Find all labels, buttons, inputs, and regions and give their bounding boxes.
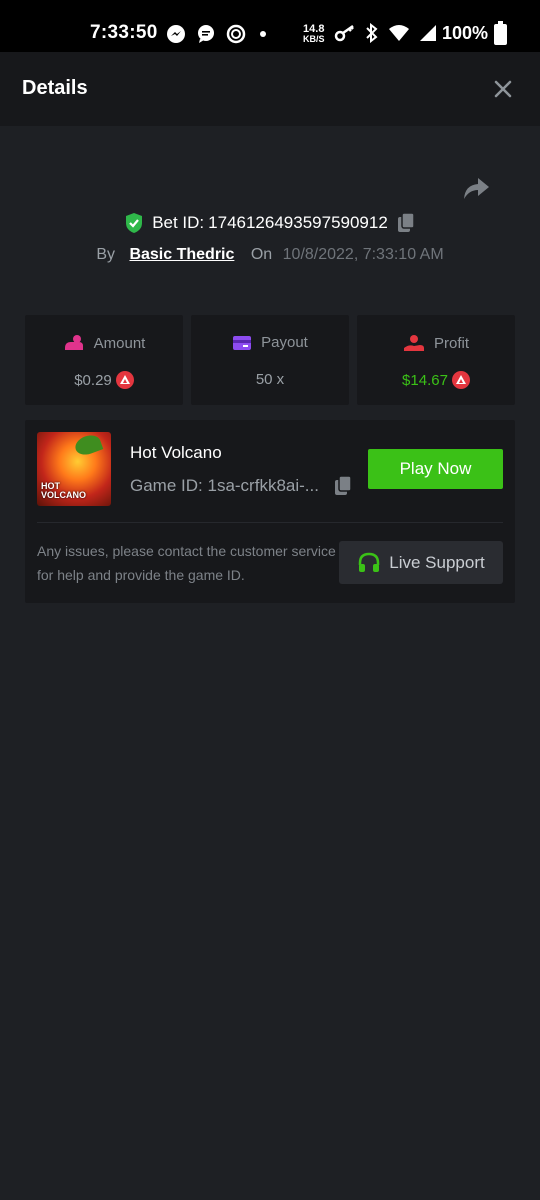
profit-hand-icon [403,335,424,351]
on-label: On [250,246,273,263]
amount-label: Amount [93,334,146,352]
cell-signal-icon [420,25,436,41]
live-support-button[interactable]: Live Support [339,541,503,584]
profit-value: $14.67 [402,371,448,389]
game-id: Game ID: 1sa-crfkk8ai-... [130,476,319,495]
profit-label: Profit [433,334,469,352]
amount-icon [64,335,83,350]
thumbnail-logo-text: HOT VOLCANO [41,481,86,500]
page-title: Details [22,77,88,99]
wifi-icon [389,25,409,41]
payout-card-icon [233,335,252,350]
system-icons [334,23,437,43]
divider [37,522,503,523]
share-icon [464,178,489,199]
status-time: 7:33:50 [90,22,158,43]
payout-label: Payout [261,334,308,351]
status-bar: 7:33:50 14.8 KB/S 100% [0,0,540,52]
close-button[interactable] [490,76,516,102]
close-icon [494,80,512,98]
more-notifications-dot [260,31,266,37]
battery-icon [494,21,507,45]
amount-card: Amount $0.29 [25,315,183,405]
share-button[interactable] [461,176,491,202]
amount-value: $0.29 [74,371,112,389]
ring-app-icon [226,24,246,44]
bet-id-value: 1746126493597590912 [208,213,388,232]
game-card: HOT VOLCANO Hot Volcano Game ID: 1sa-crf… [25,420,515,603]
network-speed: 14.8 KB/S [303,23,325,44]
coin-icon [115,371,134,389]
copy-game-id-icon[interactable] [333,475,353,497]
thumbnail-leaf [72,432,104,458]
shield-check-icon [126,213,143,233]
payout-card: Payout 50 x [191,315,349,405]
notification-icons [166,24,266,44]
details-header: Details [0,52,540,126]
copy-bet-id-icon[interactable] [396,212,416,234]
live-support-label: Live Support [389,552,485,572]
profit-card: Profit $14.67 [357,315,515,405]
headset-icon [359,552,380,572]
chat-bubble-icon [198,25,214,43]
by-label: By [96,246,115,263]
help-text: Any issues, please contact the customer … [37,543,336,583]
coin-icon [451,371,470,389]
battery-percent: 100% [442,23,489,43]
user-link[interactable]: Basic Thedric [129,246,234,263]
game-thumbnail[interactable]: HOT VOLCANO [37,432,111,506]
key-icon [334,24,354,42]
bet-id-row: Bet ID: 1746126493597590912 [0,212,540,242]
payout-value: 50 x [255,371,285,388]
bluetooth-icon [366,23,378,43]
game-name: Hot Volcano [130,443,222,462]
bet-date: 10/8/2022, 7:33:10 AM [282,246,444,263]
messenger-icon [167,25,185,43]
bet-meta-row: By Basic Thedric On 10/8/2022, 7:33:10 A… [0,246,540,264]
play-now-button[interactable]: Play Now [368,449,503,489]
bet-id-label: Bet ID: [152,213,205,232]
